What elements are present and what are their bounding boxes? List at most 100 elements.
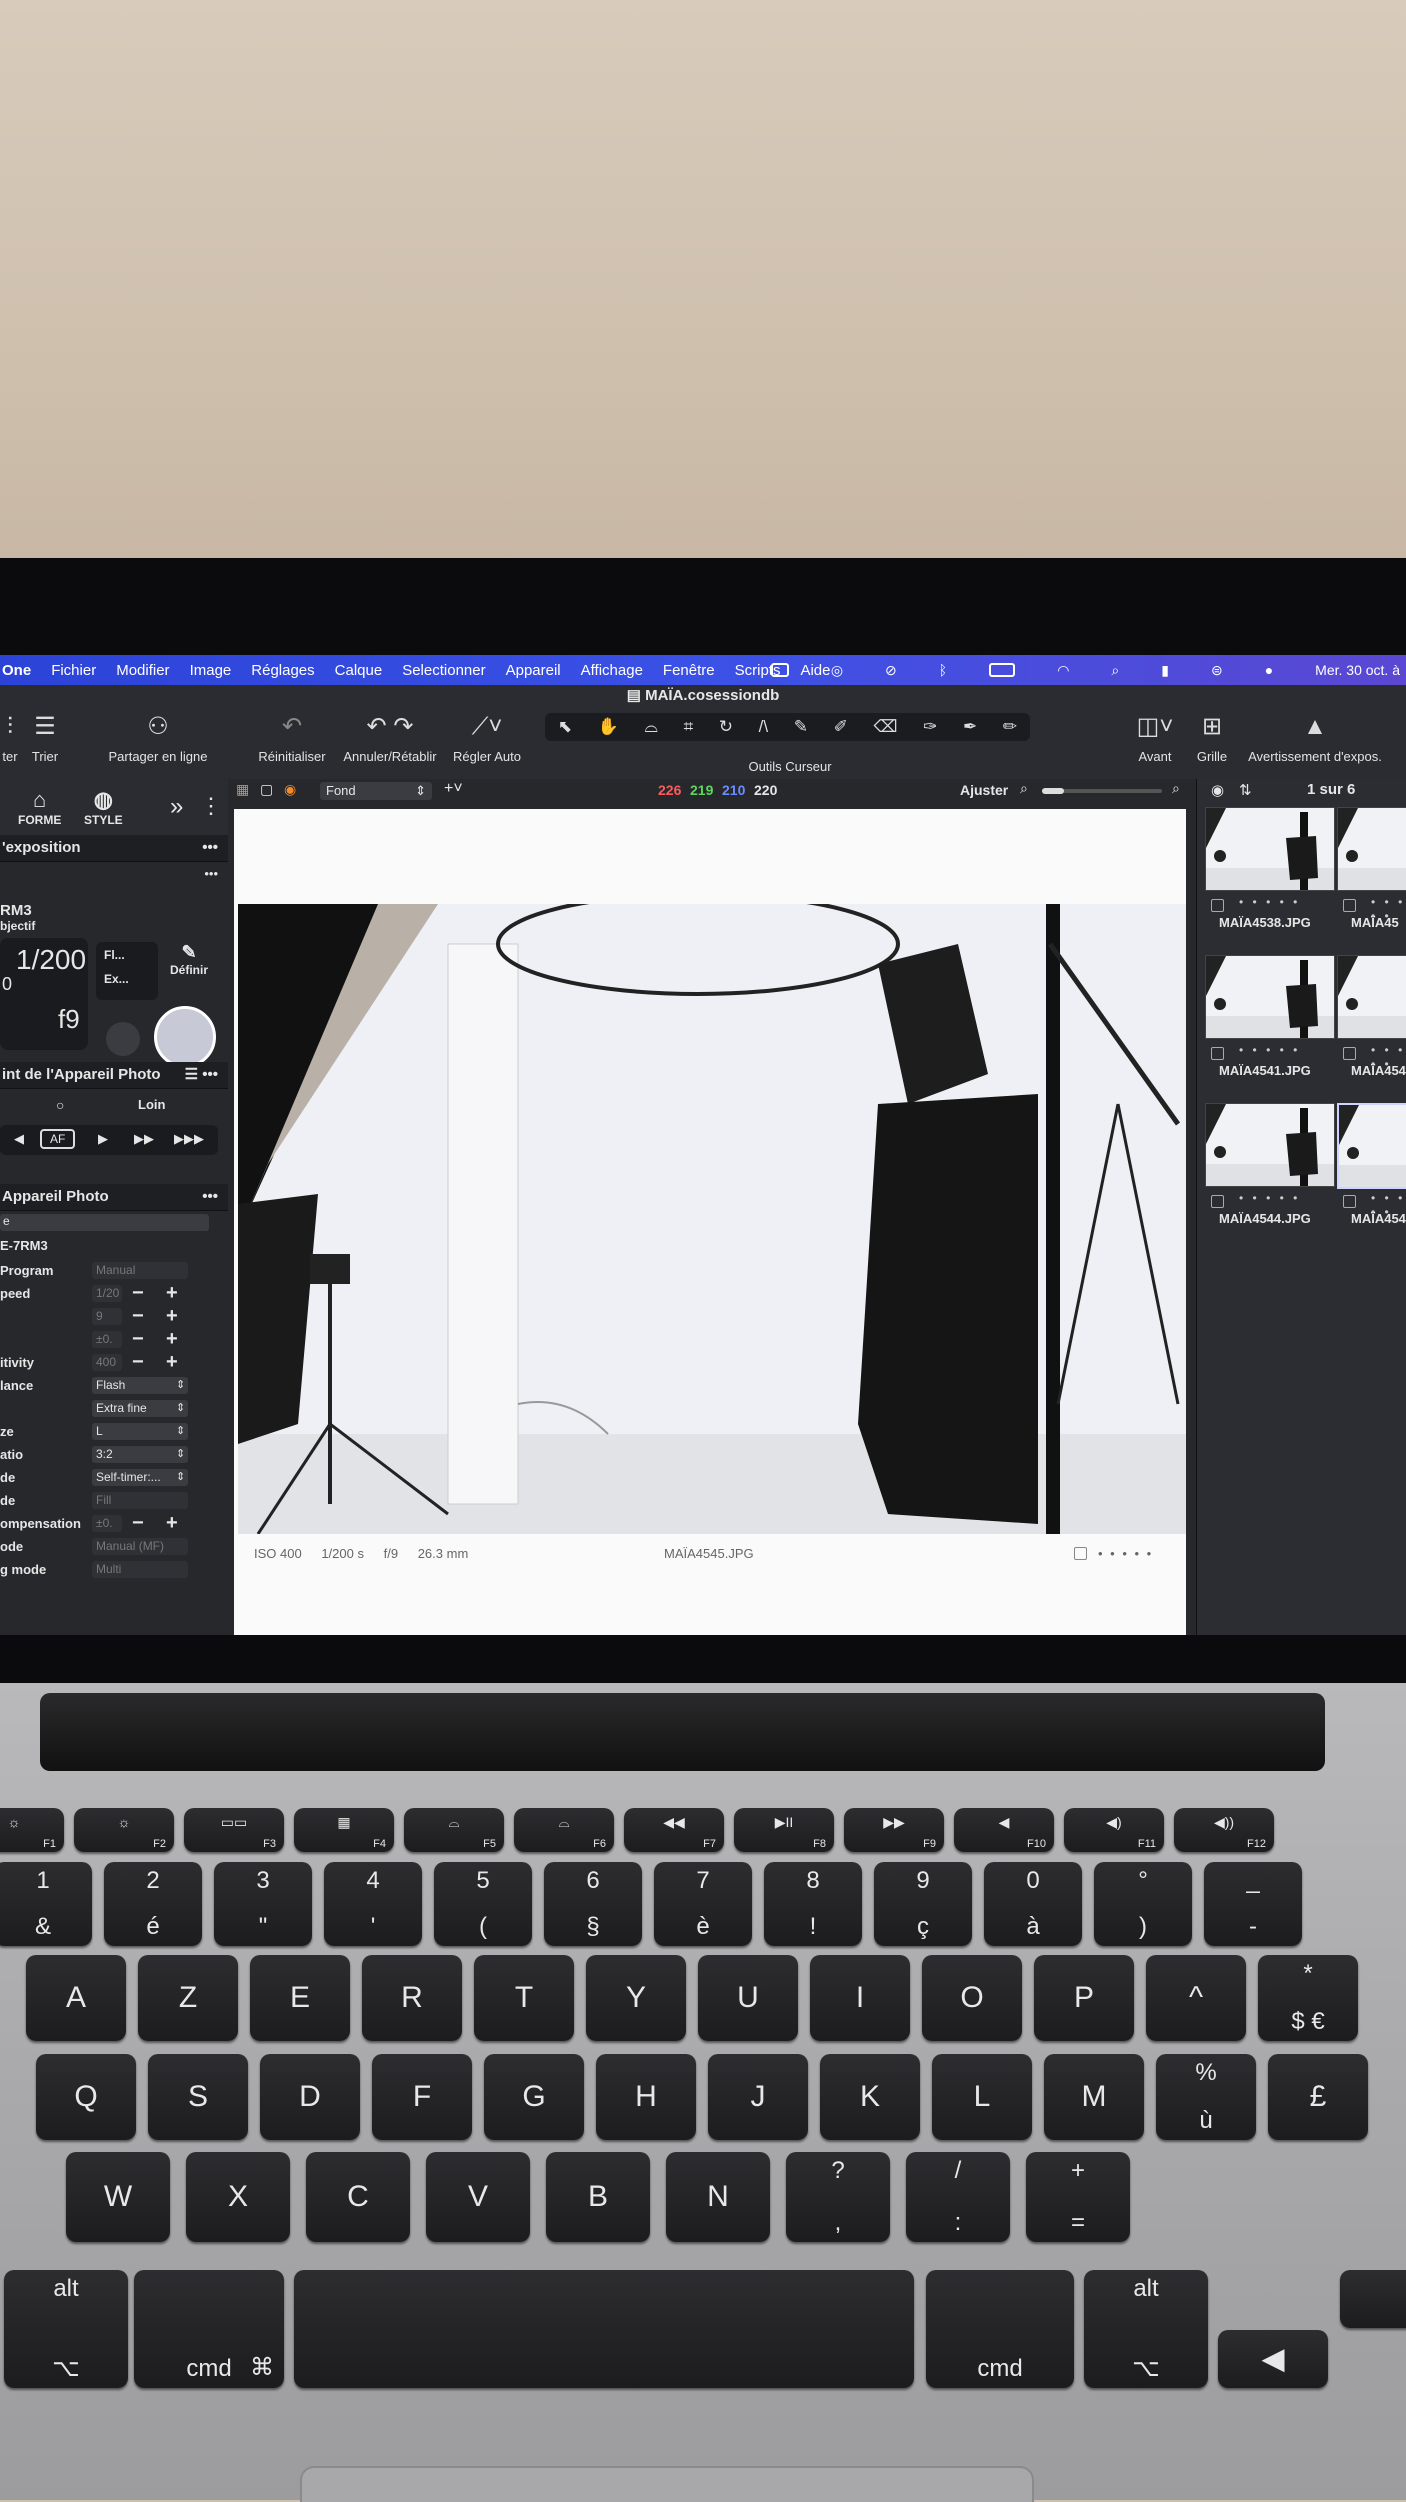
number-key[interactable]: 6 § [544, 1862, 642, 1946]
select-cursor-icon[interactable]: ⬉ [558, 717, 572, 737]
letter-key[interactable]: /: [906, 2152, 1010, 2242]
letter-key[interactable]: M [1044, 2054, 1144, 2140]
siri-icon[interactable]: ● [1265, 662, 1273, 678]
minus-icon[interactable]: − [132, 1512, 144, 1535]
letter-key[interactable]: £ [1268, 2054, 1368, 2140]
zoom-in-icon[interactable]: ⌕ [1172, 780, 1180, 797]
thumbnail-checkbox[interactable] [1211, 1047, 1224, 1060]
more-tabs-icon[interactable]: » [170, 793, 183, 821]
letter-key[interactable]: C [306, 2152, 410, 2242]
thumbnail-checkbox[interactable] [1343, 1047, 1356, 1060]
function-key[interactable]: ⌓ F5 [404, 1808, 504, 1852]
studio-photo[interactable] [238, 904, 1186, 1534]
camera-setting-row[interactable]: ode Manual (MF) [0, 1535, 228, 1558]
number-key[interactable]: 0à [984, 1862, 1082, 1946]
letter-key[interactable]: W [66, 2152, 170, 2242]
plus-icon[interactable]: + [166, 1282, 178, 1305]
sort-button[interactable]: ☰ Trier [30, 713, 60, 764]
letter-key[interactable]: K [820, 2054, 920, 2140]
left-arrow-key[interactable]: ◀ [1218, 2330, 1328, 2388]
spotlight-search-icon[interactable]: ⌕ [1111, 662, 1119, 679]
number-key[interactable]: 3 " [214, 1862, 312, 1946]
letter-key[interactable]: U [698, 1955, 798, 2041]
letter-key[interactable]: E [250, 1955, 350, 2041]
letter-key[interactable]: Y [586, 1955, 686, 2041]
camera-setting-row[interactable]: g mode Multi [0, 1558, 228, 1581]
camera-setting-value[interactable]: Manual (MF) [92, 1538, 188, 1555]
filter-button[interactable]: ⫶ ter [0, 713, 20, 764]
zoom-cursor-icon[interactable]: ⌓ [644, 717, 657, 737]
menu-app-name[interactable]: One [2, 662, 31, 679]
plus-icon[interactable]: + [166, 1512, 178, 1535]
camera-setting-row[interactable]: ze L ⇕ [0, 1420, 228, 1443]
menu-selectionner[interactable]: Selectionner [402, 662, 485, 679]
auto-adjust-button[interactable]: ⟋˅ Régler Auto [452, 713, 522, 764]
exposure-section-header[interactable]: 'exposition ••• [0, 835, 228, 862]
camera-setting-row[interactable]: itivity 400− + [0, 1351, 228, 1374]
zoom-slider[interactable] [1042, 788, 1162, 794]
menu-calque[interactable]: Calque [335, 662, 383, 679]
layout-eye-icon[interactable]: ◉ [284, 781, 296, 798]
left-command-key[interactable]: cmd ⌘ [134, 2270, 284, 2388]
undo-redo-button[interactable]: ↶ ↷ Annuler/Rétablir [342, 713, 438, 764]
letter-key[interactable]: H [596, 2054, 696, 2140]
thumbnail-checkbox[interactable] [1343, 899, 1356, 912]
camera-select[interactable]: e [0, 1214, 209, 1231]
letter-key[interactable]: N [666, 2152, 770, 2242]
camera-setting-row[interactable]: lance Flash ⇕ [0, 1374, 228, 1397]
camera-setting-value[interactable]: Manual [92, 1262, 188, 1279]
clone-cursor-icon[interactable]: ✒ [963, 717, 977, 737]
camera-setting-value[interactable]: ±0. [92, 1331, 122, 1348]
info-select-checkbox[interactable] [1074, 1547, 1087, 1560]
letter-key[interactable]: D [260, 2054, 360, 2140]
letter-key[interactable]: S [148, 2054, 248, 2140]
letter-key[interactable]: O [922, 1955, 1022, 2041]
thumbnail-rating[interactable]: • • • • • [1239, 895, 1300, 909]
letter-key[interactable]: G [484, 2054, 584, 2140]
menu-reglages[interactable]: Réglages [251, 662, 314, 679]
letter-key[interactable]: F [372, 2054, 472, 2140]
thumbnail[interactable] [1205, 807, 1335, 891]
rotate-cursor-icon[interactable]: ↻ [719, 717, 733, 737]
capture-more-icon[interactable]: ••• [204, 866, 218, 881]
letter-key[interactable]: ^ [1146, 1955, 1246, 2041]
layout-grid-icon[interactable]: ▦ [236, 781, 249, 798]
letter-key[interactable]: L [932, 2054, 1032, 2140]
left-option-key[interactable]: alt ⌥ [4, 2270, 128, 2388]
camera-setting-value[interactable]: Self-timer:... [92, 1469, 188, 1486]
heal-cursor-icon[interactable]: ✑ [923, 717, 937, 737]
plus-icon[interactable]: + [166, 1328, 178, 1351]
letter-key[interactable]: I [810, 1955, 910, 2041]
plus-icon[interactable]: + [166, 1351, 178, 1374]
function-key[interactable]: ◀) F11 [1064, 1808, 1164, 1852]
up-arrow-key[interactable] [1340, 2270, 1406, 2328]
thumbnail-checkbox[interactable] [1211, 899, 1224, 912]
function-key[interactable]: ⌓ F6 [514, 1808, 614, 1852]
number-key[interactable]: 8! [764, 1862, 862, 1946]
layout-single-icon[interactable]: ▢ [260, 781, 273, 798]
thumbnail-checkbox[interactable] [1343, 1195, 1356, 1208]
crop-cursor-icon[interactable]: ⌗ [684, 717, 694, 737]
letter-key[interactable]: % ù [1156, 2054, 1256, 2140]
camera-setting-value[interactable]: ±0. [92, 1515, 122, 1532]
camera-setting-value[interactable]: Fill [92, 1492, 188, 1509]
eye-icon[interactable]: ◉ [1211, 781, 1224, 799]
zoom-out-icon[interactable]: ⌕ [1020, 780, 1028, 797]
menu-modifier[interactable]: Modifier [116, 662, 169, 679]
letter-key[interactable]: X [186, 2152, 290, 2242]
camera-setting-value[interactable]: 3:2 [92, 1446, 188, 1463]
camera-setting-row[interactable]: atio 3:2 ⇕ [0, 1443, 228, 1466]
number-key[interactable]: 5( [434, 1862, 532, 1946]
letter-key[interactable]: T [474, 1955, 574, 2041]
function-key[interactable]: ◀)) F12 [1174, 1808, 1274, 1852]
focus-more-icon[interactable]: ☰ ••• [185, 1062, 218, 1088]
menu-fenetre[interactable]: Fenêtre [663, 662, 715, 679]
space-bar[interactable] [294, 2270, 914, 2388]
camera-setting-row[interactable]: de Self-timer:... ⇕ [0, 1466, 228, 1489]
number-key[interactable]: °) [1094, 1862, 1192, 1946]
number-key[interactable]: 7è [654, 1862, 752, 1946]
status-app-icon[interactable] [770, 663, 789, 677]
camera-setting-value[interactable]: 1/20 [92, 1285, 122, 1302]
exposure-readout[interactable]: 1/200 0 f9 [0, 938, 88, 1050]
focus-step-forward3-icon[interactable]: ▶▶▶ [174, 1131, 204, 1147]
